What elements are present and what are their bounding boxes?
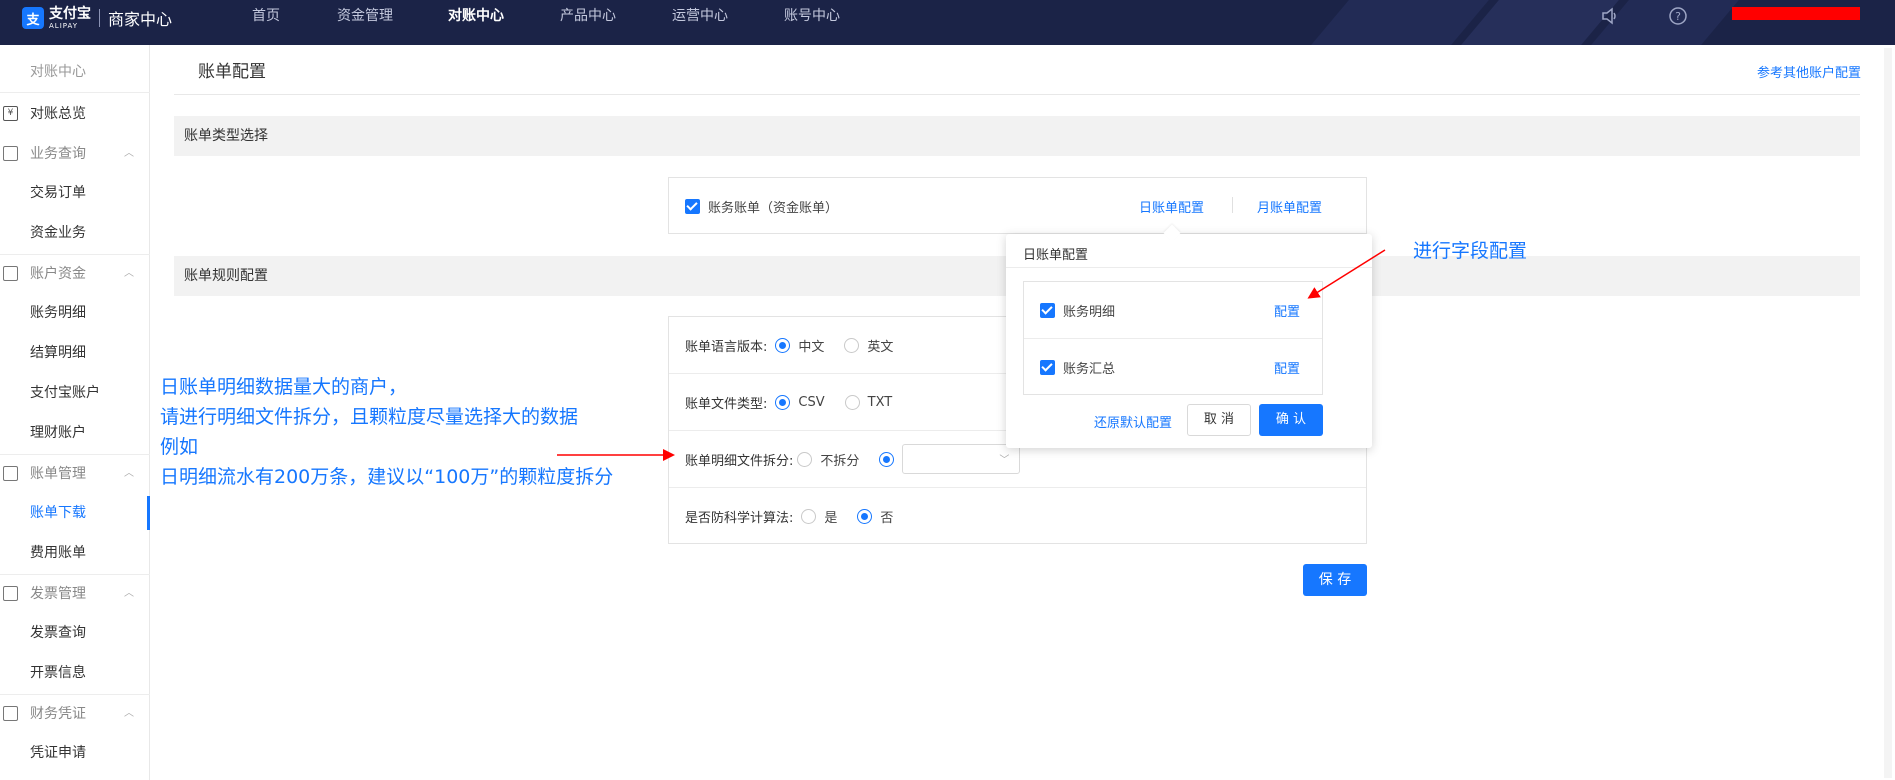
popover-row-details: 账务明细 配置 — [1024, 282, 1322, 339]
filetype-csv-radio[interactable] — [775, 394, 791, 410]
sidebar-item-fund-business[interactable]: 资金业务 — [0, 216, 150, 250]
sidebar-divider — [0, 254, 150, 255]
sidebar-divider — [0, 694, 150, 695]
sidebar-item-invoice-query[interactable]: 发票查询 — [0, 616, 150, 650]
language-chinese-radio[interactable] — [775, 337, 791, 353]
page-scrollbar[interactable] — [1884, 48, 1892, 778]
daily-bill-config-popover: 日账单配置 账务明细 配置 账务汇总 配置 还原默认配置 取 消 确 认 — [1006, 224, 1372, 448]
language-label: 账单语言版本: — [685, 339, 768, 355]
invoice-icon — [3, 586, 18, 601]
sidebar-item-trade-orders[interactable]: 交易订单 — [0, 176, 150, 210]
annotation-split-advice: 日账单明细数据量大的商户， 请进行明细文件拆分，且颗粒度尽量选择大的数据 例如 … — [160, 376, 614, 488]
sidebar-divider — [0, 454, 150, 455]
search-doc-icon — [3, 146, 18, 161]
chevron-up-icon: ︿ — [124, 468, 134, 479]
nav-fund-management[interactable]: 资金管理 — [337, 0, 393, 30]
sidebar-divider — [0, 574, 150, 575]
redacted-username[interactable] — [1732, 7, 1860, 20]
cancel-button[interactable]: 取 消 — [1187, 404, 1251, 436]
wallet-icon — [3, 266, 18, 281]
brand-divider — [99, 9, 100, 27]
svg-text:?: ? — [1675, 10, 1681, 23]
sidebar-item-alipay-account[interactable]: 支付宝账户 — [0, 376, 150, 410]
nav-reconciliation-center[interactable]: 对账中心 — [448, 0, 504, 30]
chevron-up-icon: ︿ — [124, 268, 134, 279]
top-navbar: 支 支付宝 ALIPAY 商家中心 首页 资金管理 对账中心 产品中心 运营中心… — [0, 0, 1895, 45]
sidebar-item-account-details[interactable]: 账务明细 — [0, 296, 150, 330]
nav-home[interactable]: 首页 — [252, 0, 280, 30]
config-details-link[interactable]: 配置 — [1274, 301, 1300, 320]
sidebar-item-settlement-details[interactable]: 结算明细 — [0, 336, 150, 370]
restore-default-link[interactable]: 还原默认配置 — [1094, 412, 1172, 431]
anti-science-yes-radio[interactable] — [801, 509, 817, 524]
voucher-icon — [3, 706, 18, 721]
account-bill-checkbox[interactable] — [685, 199, 700, 214]
yuan-doc-icon: ¥ — [3, 106, 18, 121]
config-summary-link[interactable]: 配置 — [1274, 358, 1300, 377]
bill-type-card: 账务账单（资金账单） 日账单配置 月账单配置 — [668, 177, 1367, 234]
nav-account-center[interactable]: 账号中心 — [784, 0, 840, 30]
sidebar-group-financial-voucher[interactable]: 财务凭证 ︿ — [0, 697, 150, 731]
account-summary-checkbox[interactable] — [1040, 360, 1055, 375]
account-bill-label: 账务账单（资金账单） — [708, 201, 839, 216]
chevron-up-icon: ︿ — [124, 708, 134, 719]
anti-science-no-radio[interactable] — [857, 509, 873, 524]
save-button[interactable]: 保 存 — [1303, 564, 1367, 596]
help-icon[interactable]: ? — [1668, 6, 1688, 26]
split-size-select[interactable]: ﹀ — [902, 444, 1021, 474]
page-title: 账单配置 — [198, 62, 266, 82]
sidebar-item-wealth-account[interactable]: 理财账户 — [0, 416, 150, 450]
nav-product-center[interactable]: 产品中心 — [560, 0, 616, 30]
chevron-up-icon: ︿ — [124, 588, 134, 599]
popover-field-list: 账务明细 配置 账务汇总 配置 — [1023, 281, 1323, 395]
split-size-radio[interactable] — [879, 451, 895, 467]
sidebar-divider — [0, 92, 150, 93]
popover-row-summary: 账务汇总 配置 — [1024, 339, 1322, 396]
sidebar-item-overview[interactable]: ¥ 对账总览 — [0, 97, 150, 131]
split-label: 账单明细文件拆分: — [685, 453, 794, 469]
sidebar-item-fee-bill[interactable]: 费用账单 — [0, 536, 150, 570]
alipay-logo-icon: 支 — [22, 7, 44, 29]
app-title: 商家中心 — [108, 10, 173, 29]
sidebar-group-business-query[interactable]: 业务查询 ︿ — [0, 137, 150, 171]
sidebar-item-bill-download[interactable]: 账单下载 — [0, 496, 150, 530]
split-none-radio[interactable] — [797, 451, 813, 467]
nav-operation-center[interactable]: 运营中心 — [672, 0, 728, 30]
link-divider — [1232, 197, 1233, 213]
filetype-label: 账单文件类型: — [685, 396, 768, 412]
monthly-bill-config-link[interactable]: 月账单配置 — [1257, 197, 1322, 216]
sidebar-item-invoice-info[interactable]: 开票信息 — [0, 656, 150, 690]
brand-logo[interactable]: 支 支付宝 ALIPAY 商家中心 — [22, 0, 172, 36]
language-english-radio[interactable] — [844, 337, 860, 353]
chevron-down-icon: ﹀ — [999, 455, 1010, 466]
logo-en-text: ALIPAY — [49, 21, 79, 30]
anti-science-label: 是否防科学计算法: — [685, 511, 794, 526]
confirm-button[interactable]: 确 认 — [1259, 404, 1323, 436]
sidebar-group-invoice-management[interactable]: 发票管理 ︿ — [0, 577, 150, 611]
popover-divider — [1006, 267, 1372, 268]
header-divider — [174, 94, 1860, 95]
yuan-doc-icon — [3, 466, 18, 481]
section-bill-type: 账单类型选择 — [174, 116, 1860, 156]
ref-other-account-link[interactable]: 参考其他账户配置 — [1757, 62, 1861, 81]
decor-stripe — [1311, 0, 1489, 45]
rule-anti-science-row: 是否防科学计算法: 是 否 — [669, 488, 1366, 545]
popover-title: 日账单配置 — [1023, 248, 1089, 263]
annotation-field-config: 进行字段配置 — [1413, 240, 1528, 262]
sidebar: 对账中心 ¥ 对账总览 业务查询 ︿ 交易订单 资金业务 账户资金 ︿ 账务明细… — [0, 45, 150, 780]
sidebar-item-voucher-apply[interactable]: 凭证申请 — [0, 736, 150, 770]
account-details-checkbox[interactable] — [1040, 302, 1055, 318]
chevron-up-icon: ︿ — [124, 148, 134, 159]
filetype-txt-radio[interactable] — [844, 394, 860, 410]
sidebar-group-account-funds[interactable]: 账户资金 ︿ — [0, 257, 150, 291]
logo-cn-text: 支付宝 — [49, 5, 91, 22]
speaker-icon[interactable] — [1600, 6, 1620, 26]
sidebar-title: 对账中心 — [30, 64, 86, 80]
sidebar-group-bill-management[interactable]: 账单管理 ︿ — [0, 457, 150, 491]
daily-bill-config-link[interactable]: 日账单配置 — [1139, 197, 1204, 216]
